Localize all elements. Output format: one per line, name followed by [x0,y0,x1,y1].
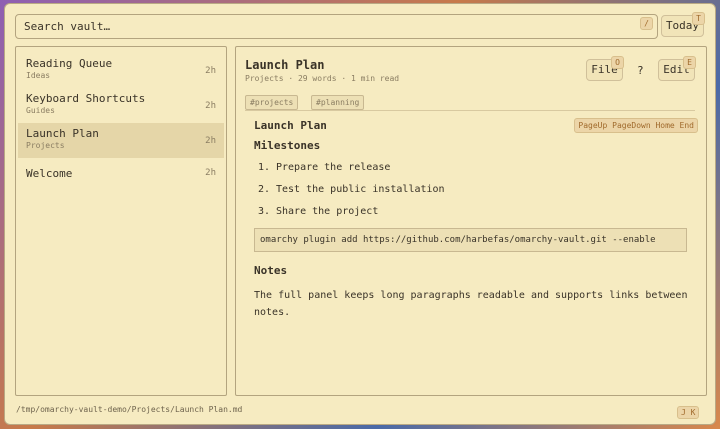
list-item-title: Keyboard Shortcuts [26,92,146,105]
note-title: Launch Plan [245,58,325,72]
list-item-title: Welcome [26,167,73,180]
list-item-age: 2h [205,101,216,111]
search-shortcut-key: / [640,17,653,30]
milestones-heading: Milestones [254,139,321,152]
note-panel: Launch Plan Projects · 29 words · 1 min … [235,46,707,396]
list-item-age: 2h [205,136,216,146]
list-item-keyboard-shortcuts[interactable]: Keyboard Shortcuts Guides 2h [18,88,224,123]
list-item: Test the public installation [276,184,694,196]
list-item: Share the project [276,206,694,218]
list-item-reading-queue[interactable]: Reading Queue Ideas 2h [18,53,224,88]
today-shortcut-key: T [692,12,705,25]
tag-projects[interactable]: #projects [245,95,299,110]
today-button[interactable]: Today T [661,12,705,37]
file-path: /tmp/omarchy-vault-demo/Projects/Launch … [16,405,243,414]
note-meta: Projects · 29 words · 1 min read [245,74,400,83]
search-placeholder: Search vault… [24,20,111,33]
list-item-folder: Ideas [26,71,51,80]
list-item-folder: Projects [26,141,65,150]
notes-paragraph: The full panel keeps long paragraphs rea… [254,290,688,318]
list-item-welcome[interactable]: Welcome 2h [18,163,224,198]
edit-shortcut-key: E [683,56,696,69]
help-button[interactable]: ? [637,64,644,77]
list-item-folder: Guides [26,106,55,115]
file-shortcut-key: O [611,56,624,69]
milestones-list: Prepare the release Test the public inst… [254,162,694,218]
search-input[interactable]: Search vault… / [15,14,658,39]
list-item-age: 2h [205,168,216,178]
note-list: Reading Queue Ideas 2h Keyboard Shortcut… [15,46,227,396]
edit-button[interactable]: Edit E [658,56,696,81]
list-item-title: Reading Queue [26,57,113,70]
tag-list: #projects #planning [245,90,367,110]
content-title: Launch Plan [254,119,327,132]
list-item-launch-plan[interactable]: Launch Plan Projects 2h [18,123,224,158]
list-item: Prepare the release [276,162,694,174]
file-button[interactable]: File O [586,56,624,81]
note-body: Milestones Prepare the release Test the … [254,139,694,321]
nav-keys-hint: J K [677,406,700,419]
vault-window: Search vault… / Today T Reading Queue Id… [4,3,716,425]
list-item-age: 2h [205,66,216,76]
list-item-title: Launch Plan [26,127,99,140]
tag-planning[interactable]: #planning [311,95,365,110]
notes-heading: Notes [254,264,288,277]
scroll-keys-hint: PageUp PageDown Home End [574,118,698,133]
code-block: omarchy plugin add https://github.com/ha… [254,228,687,252]
divider [245,110,695,111]
